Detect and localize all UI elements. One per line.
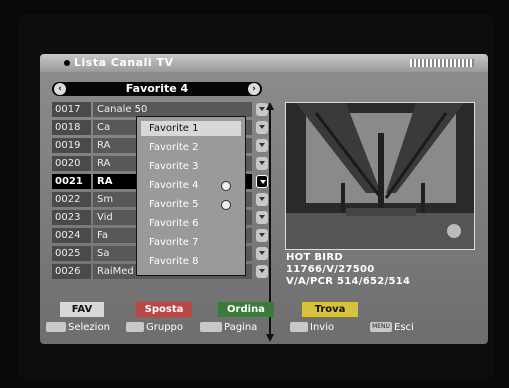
favorite-item-label: Favorite 1 (149, 123, 199, 134)
group-selector[interactable]: ‹ Favorite 4 › (52, 82, 262, 96)
favorite-mark-icon (221, 200, 231, 210)
channel-number: 0019 (52, 138, 91, 153)
channel-number: 0023 (52, 210, 91, 225)
channel-number: 0017 (52, 102, 91, 117)
scroll-up-icon[interactable] (266, 102, 274, 110)
signal-stripe-icon (410, 59, 474, 67)
channel-number: 0020 (52, 156, 91, 171)
channel-number: 0026 (52, 264, 91, 279)
favorite-item-label: Favorite 5 (149, 199, 199, 210)
scroll-track (269, 110, 271, 334)
menu-key-icon: MENU (370, 322, 392, 332)
preview-image (286, 103, 474, 249)
ok-key-icon (290, 322, 308, 332)
page-key-icon (200, 322, 222, 332)
scroll-down-icon[interactable] (266, 334, 274, 342)
hint-label: Pagina (224, 322, 258, 333)
hint-label: Gruppo (146, 322, 184, 333)
favorite-item-label: Favorite 3 (149, 161, 199, 172)
satellite-name: HOT BIRD (286, 252, 343, 263)
favorite-menu-item[interactable]: Favorite 7 (141, 235, 241, 250)
hint-send: Invio (290, 322, 334, 334)
favorite-item-label: Favorite 2 (149, 142, 199, 153)
channel-name: Canale 50 (93, 102, 252, 117)
hint-select: Selezion (46, 322, 110, 334)
favorite-menu-item[interactable]: Favorite 4 (141, 178, 241, 193)
hint-exit: MENU Esci (370, 322, 414, 334)
channel-number: 0022 (52, 192, 91, 207)
hint-label: Esci (394, 322, 414, 333)
channel-number: 0018 (52, 120, 91, 135)
favorite-menu-item[interactable]: Favorite 1 (141, 121, 241, 136)
channel-number: 0025 (52, 246, 91, 261)
favorite-item-label: Favorite 4 (149, 180, 199, 191)
favorite-menu-item[interactable]: Favorite 5 (141, 197, 241, 212)
bullet-icon (64, 60, 70, 66)
favorite-item-label: Favorite 8 (149, 256, 199, 267)
favorite-mark-icon (221, 181, 231, 191)
group-label: Favorite 4 (125, 82, 189, 95)
channel-number: 0024 (52, 228, 91, 243)
ok-key-icon (46, 322, 66, 332)
hint-label: Selezion (68, 322, 110, 333)
hint-page: Pagina (200, 322, 257, 334)
favorite-menu-item[interactable]: Favorite 6 (141, 216, 241, 231)
hint-label: Invio (310, 322, 335, 333)
channel-row[interactable]: 0017 Canale 50 (52, 102, 268, 117)
favorite-item-label: Favorite 7 (149, 237, 199, 248)
favorite-group-menu: Favorite 1 Favorite 2 Favorite 3 Favorit… (136, 116, 246, 276)
page-title: Lista Canali TV (74, 56, 174, 69)
panel-header: Lista Canali TV (40, 54, 488, 72)
find-button[interactable]: Trova (302, 302, 358, 317)
transponder-info: 11766/V/27500 (286, 264, 375, 275)
favorite-menu-item[interactable]: Favorite 2 (141, 140, 241, 155)
hint-group: Gruppo (126, 322, 183, 334)
video-preview (285, 102, 475, 250)
move-button[interactable]: Sposta (136, 302, 192, 317)
favorite-item-label: Favorite 6 (149, 218, 199, 229)
fav-button[interactable]: FAV (60, 302, 104, 317)
channel-number: 0021 (52, 174, 91, 189)
pid-info: V/A/PCR 514/652/514 (286, 276, 411, 287)
favorite-menu-item[interactable]: Favorite 8 (141, 254, 241, 269)
left-right-key-icon (126, 322, 144, 332)
favorite-menu-item[interactable]: Favorite 3 (141, 159, 241, 174)
channel-list-panel: Lista Canali TV ‹ Favorite 4 › 0017 Cana… (40, 54, 488, 344)
group-next-icon[interactable]: › (248, 83, 260, 95)
order-button[interactable]: Ordina (218, 302, 274, 317)
